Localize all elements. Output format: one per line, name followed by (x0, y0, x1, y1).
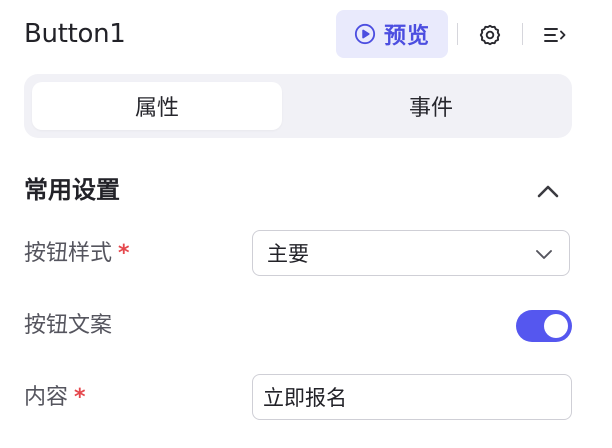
header-divider (522, 23, 523, 45)
settings-button[interactable] (474, 19, 506, 51)
section-collapse-button[interactable] (532, 176, 564, 206)
collapse-panel-icon (544, 28, 566, 42)
tab-events[interactable]: 事件 (308, 82, 554, 130)
button-style-select[interactable]: 主要 (252, 230, 570, 276)
play-circle-icon (354, 23, 376, 45)
collapse-panel-button[interactable] (539, 19, 571, 51)
tab-label: 事件 (408, 96, 453, 121)
button-text-toggle[interactable] (516, 310, 572, 342)
button-text-label: 按钮文案 (24, 310, 112, 342)
chevron-up-icon (537, 185, 559, 198)
required-mark: * (74, 385, 86, 410)
toggle-knob (544, 314, 568, 338)
preview-button[interactable]: 预览 (336, 10, 448, 58)
preview-label: 预览 (383, 24, 430, 49)
section-title: 常用设置 (24, 176, 120, 204)
button-style-label: 按钮样式 * (24, 238, 130, 270)
button-style-value: 主要 (267, 242, 309, 266)
header-divider (457, 23, 458, 45)
content-input[interactable] (252, 374, 572, 420)
panel-tabs: 属性 事件 (24, 74, 572, 138)
button-style-label-text: 按钮样式 (24, 241, 113, 266)
tab-properties[interactable]: 属性 (32, 82, 282, 130)
chevron-down-icon (536, 250, 552, 259)
gear-icon (479, 24, 501, 46)
component-title: Button1 (24, 19, 126, 49)
panel-header: Button1 预览 (0, 0, 612, 70)
button-text-label-text: 按钮文案 (24, 313, 113, 338)
content-label-text: 内容 (24, 385, 69, 410)
tab-label: 属性 (134, 96, 179, 121)
required-mark: * (118, 241, 130, 266)
content-label: 内容 * (24, 382, 86, 414)
